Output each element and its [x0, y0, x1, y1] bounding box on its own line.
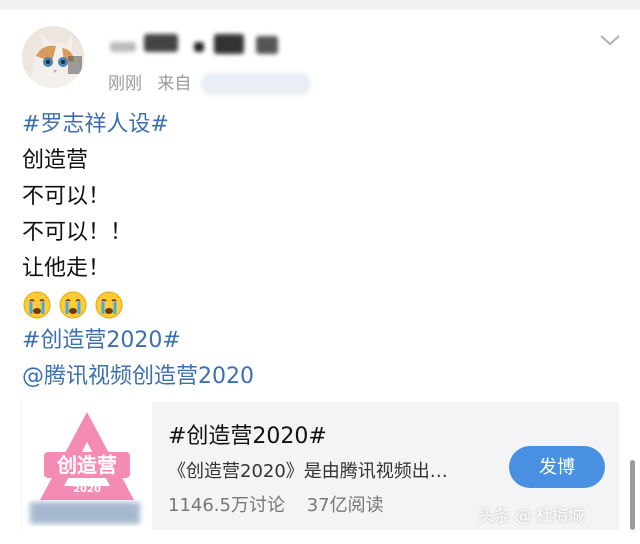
- hashtag-luozhixiang[interactable]: #罗志祥人设#: [22, 107, 622, 143]
- watermark: 头条 @ 杜梅城: [478, 506, 585, 525]
- chuangzaoying-logo: 创造营 2020: [30, 412, 140, 524]
- post-source-prefix: 来自: [157, 74, 192, 94]
- logo-year: 2020: [73, 484, 101, 495]
- read-count: 37亿阅读: [306, 495, 384, 516]
- discussion-count: 1146.5万讨论: [168, 495, 285, 516]
- crying-face-icon: [59, 291, 87, 319]
- crying-face-icon: [23, 291, 51, 319]
- avatar[interactable]: [22, 26, 84, 88]
- chevron-down-icon[interactable]: [598, 30, 622, 50]
- top-strip: [0, 0, 640, 10]
- logo-text: 创造营: [56, 453, 117, 477]
- post-button[interactable]: 发博: [509, 446, 605, 488]
- emoji-row: [22, 287, 622, 323]
- post-text-line: 不可以！！: [22, 220, 133, 245]
- post-text-line: 让他走！: [22, 256, 111, 281]
- username-censored[interactable]: [110, 34, 280, 56]
- post-text-line: 不可以！: [22, 184, 111, 209]
- card-stats: 1146.5万讨论 37亿阅读: [168, 491, 400, 517]
- hashtag-chuangzaoying[interactable]: #创造营2020#: [22, 323, 622, 359]
- topic-thumbnail: 创造营 2020: [22, 402, 152, 530]
- crying-face-icon: [95, 291, 123, 319]
- post-body: #罗志祥人设# 创造营 不可以！ 不可以！！ 让他走！ #创造营2020# @腾…: [22, 107, 622, 395]
- post-time: 刚刚: [108, 74, 142, 94]
- post-source-censored: [200, 73, 311, 95]
- card-title: #创造营2020#: [168, 424, 327, 449]
- card-description: 《创造营2020》是由腾讯视频出…: [168, 461, 448, 482]
- scrollbar[interactable]: [630, 460, 635, 530]
- cat-avatar-image: [22, 26, 84, 88]
- post-meta: 刚刚 来自: [108, 69, 311, 95]
- mention-tencent-video[interactable]: @腾讯视频创造营2020: [22, 359, 622, 395]
- post-text-line: 创造营: [22, 148, 89, 173]
